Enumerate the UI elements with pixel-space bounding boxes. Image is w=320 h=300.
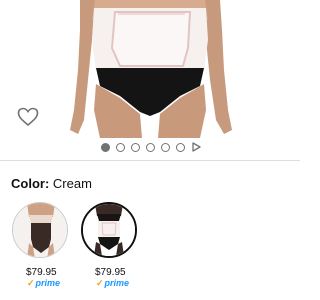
color-swatch-cream[interactable] [81,202,137,258]
color-selection-label: Color: Cream [11,176,92,191]
check-icon: ✓ [96,278,104,288]
gallery-pagination [0,141,300,153]
swatch-image [13,203,67,257]
swatch-price: $79.95 [95,267,126,278]
play-icon[interactable] [191,142,201,152]
section-divider [0,160,300,161]
color-value: Cream [52,176,92,191]
color-label: Color: [11,176,50,191]
product-photo [0,0,300,138]
product-image[interactable] [0,0,300,138]
gallery-dot[interactable] [176,142,185,152]
gallery-dot[interactable] [101,142,110,152]
gallery-dot[interactable] [161,142,170,152]
swatch-image [83,204,135,256]
prime-badge: ✓prime [27,278,61,288]
gallery-dot[interactable] [131,142,140,152]
heart-icon[interactable] [17,107,39,127]
swatch-price: $79.95 [26,267,57,278]
prime-badge: ✓prime [96,278,130,288]
color-swatch-black[interactable] [12,202,68,258]
gallery-dot[interactable] [146,142,155,152]
gallery-dot[interactable] [116,142,125,152]
check-icon: ✓ [27,278,35,288]
